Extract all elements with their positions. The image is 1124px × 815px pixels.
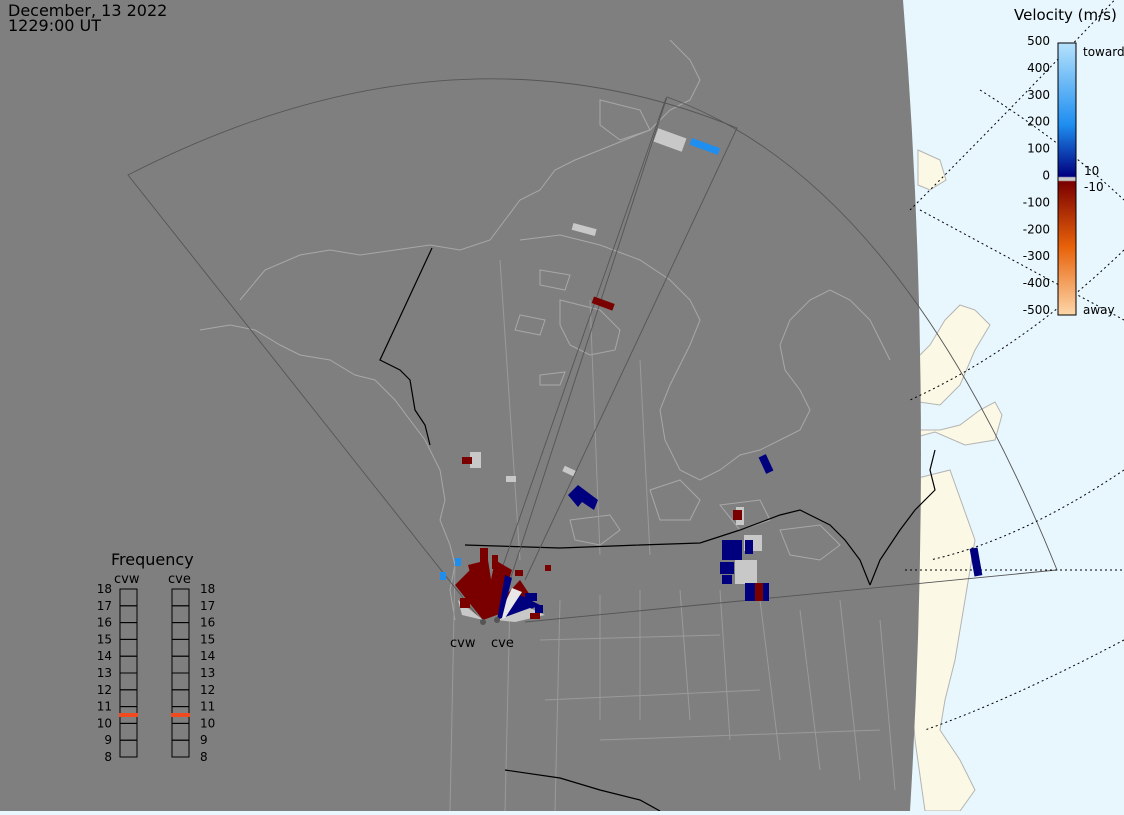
legend-small-label-pos: 10 (1084, 164, 1099, 178)
legend-tick-label: -300 (1023, 249, 1050, 263)
scatter-cell (472, 580, 482, 590)
frequency-level-label: 8 (104, 750, 112, 764)
radar-label-cve: cve (491, 636, 514, 651)
radar-site-cvw (480, 619, 486, 625)
scatter-cell (745, 540, 753, 554)
scatter-cell (722, 540, 742, 560)
frequency-level-label: 9 (200, 733, 208, 747)
scatter-cell (535, 605, 543, 613)
scatter-cell (460, 598, 470, 608)
legend-tick-label: 200 (1027, 115, 1050, 129)
frequency-level-label: 8 (200, 750, 208, 764)
legend-tick-label: -400 (1023, 276, 1050, 290)
legend-tick-label: 400 (1027, 61, 1050, 75)
night-region (0, 0, 921, 811)
velocity-color-bar (1057, 42, 1077, 316)
frequency-level-label: 11 (200, 700, 215, 714)
frequency-level-label: 17 (97, 599, 112, 613)
radar-site-cve (494, 617, 500, 623)
legend-tick-label: 500 (1027, 34, 1050, 48)
scatter-cell (440, 572, 446, 580)
frequency-level-label: 11 (97, 700, 112, 714)
scatter-cell (722, 575, 732, 584)
scatter-cell (492, 555, 498, 569)
legend-tick-label: 0 (1042, 169, 1050, 183)
radar-map-panel: cvw cve December, 13 2022 1229:00 UT Vel… (0, 0, 1124, 812)
legend-toward-label: toward (1083, 45, 1124, 59)
frequency-col-cvw-label: cvw (114, 572, 140, 587)
radar-map: cvw cve December, 13 2022 1229:00 UT Vel… (0, 0, 1124, 812)
frequency-level-label: 13 (97, 666, 112, 680)
frequency-level-label: 16 (97, 616, 112, 630)
scatter-cell (506, 476, 516, 482)
time-text: 1229:00 UT (8, 16, 101, 35)
scatter-cell (755, 583, 763, 601)
frequency-level-label: 17 (200, 599, 215, 613)
frequency-level-label: 14 (200, 649, 215, 663)
legend-small-label-neg: -10 (1084, 180, 1104, 194)
frequency-col-cve-label: cve (168, 572, 191, 587)
legend-tick-label: 100 (1027, 142, 1050, 156)
legend-tick-label: -100 (1023, 195, 1050, 209)
frequency-level-label: 18 (97, 582, 112, 596)
legend-tick-label: -200 (1023, 222, 1050, 236)
scatter-cell (720, 562, 734, 574)
scatter-cell (462, 457, 472, 464)
frequency-title: Frequency (111, 550, 194, 569)
legend-tick-label: -500 (1023, 303, 1050, 317)
frequency-marker (171, 713, 190, 717)
frequency-level-label: 10 (97, 716, 112, 730)
frequency-level-label: 12 (97, 683, 112, 697)
scatter-cell (480, 548, 488, 564)
scatter-cell (525, 593, 537, 601)
frequency-level-label: 15 (97, 632, 112, 646)
scatter-cell (530, 613, 540, 619)
scatter-cell (735, 560, 757, 584)
legend-tick-label: 300 (1027, 88, 1050, 102)
frequency-level-label: 16 (200, 616, 215, 630)
frequency-level-label: 13 (200, 666, 215, 680)
legend-away-label: away (1083, 303, 1115, 317)
frequency-level-label: 10 (200, 716, 215, 730)
frequency-level-label: 18 (200, 582, 215, 596)
scatter-cell (545, 565, 551, 571)
scatter-cell (733, 510, 742, 520)
frequency-level-label: 14 (97, 649, 112, 663)
radar-label-cvw: cvw (450, 636, 476, 651)
frequency-level-label: 15 (200, 632, 215, 646)
scatter-cell (515, 570, 523, 576)
scatter-cell (763, 583, 769, 601)
frequency-level-label: 9 (104, 733, 112, 747)
legend-title: Velocity (m/s) (1014, 6, 1117, 24)
frequency-level-label: 12 (200, 683, 215, 697)
scatter-cell (455, 558, 461, 566)
frequency-marker (119, 713, 138, 717)
